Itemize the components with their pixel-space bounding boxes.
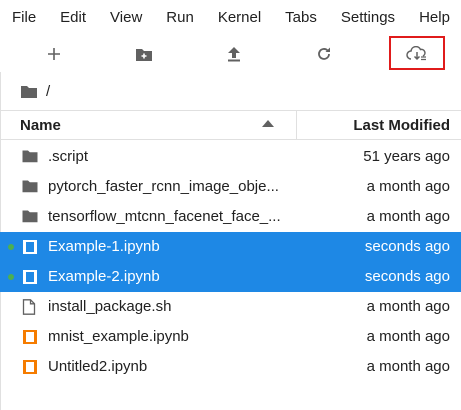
file-icon: [22, 299, 38, 315]
highlight-box: [389, 36, 445, 70]
upload-button[interactable]: [214, 38, 254, 70]
file-name: mnist_example.ipynb: [48, 328, 189, 345]
running-indicator: [8, 274, 14, 280]
file-modified: a month ago: [366, 328, 450, 345]
folder-icon[interactable]: [20, 84, 38, 99]
file-row[interactable]: Example-2.ipynb seconds ago: [0, 262, 461, 292]
new-folder-icon: [136, 48, 152, 61]
notebook-icon: [22, 329, 38, 345]
file-row[interactable]: Untitled2.ipynb a month ago: [0, 352, 461, 382]
breadcrumb-root[interactable]: /: [46, 83, 50, 100]
notebook-icon: [22, 239, 38, 255]
file-modified: a month ago: [366, 358, 450, 375]
file-name: install_package.sh: [48, 298, 172, 315]
menu-view[interactable]: View: [98, 9, 142, 26]
notebook-icon: [22, 359, 38, 375]
refresh-icon: [318, 47, 330, 60]
menu-kernel[interactable]: Kernel: [206, 9, 261, 26]
column-divider[interactable]: [296, 111, 297, 139]
file-row[interactable]: install_package.sh a month ago: [0, 292, 461, 322]
new-folder-button[interactable]: [124, 38, 164, 70]
notebook-icon: [22, 269, 38, 285]
refresh-button[interactable]: [304, 38, 344, 70]
file-modified: a month ago: [366, 208, 450, 225]
breadcrumb: /: [20, 80, 50, 102]
file-name: .script: [48, 148, 89, 165]
file-row[interactable]: tensorflow_mtcnn_facenet_face_... a month…: [0, 202, 461, 232]
menu-help[interactable]: Help: [407, 9, 450, 26]
sort-ascending-icon: [262, 120, 274, 127]
menu-settings[interactable]: Settings: [329, 9, 395, 26]
file-modified: 51 years ago: [363, 148, 450, 165]
menu-edit[interactable]: Edit: [48, 9, 86, 26]
folder-icon: [22, 179, 38, 195]
file-row[interactable]: pytorch_faster_rcnn_image_obje... a month…: [0, 172, 461, 202]
file-name: Untitled2.ipynb: [48, 358, 148, 375]
file-row[interactable]: mnist_example.ipynb a month ago: [0, 322, 461, 352]
file-modified: a month ago: [366, 298, 450, 315]
file-row[interactable]: Example-1.ipynb seconds ago: [0, 232, 461, 262]
new-launcher-button[interactable]: [34, 38, 74, 70]
folder-icon: [22, 149, 38, 165]
upload-icon: [228, 47, 240, 62]
menu-run[interactable]: Run: [154, 9, 194, 26]
running-indicator: [8, 244, 14, 250]
file-modified: seconds ago: [364, 268, 450, 285]
column-header-name[interactable]: Name: [20, 117, 61, 134]
file-modified: a month ago: [366, 178, 450, 195]
file-list-header: Name Last Modified: [0, 110, 461, 140]
menu-tabs[interactable]: Tabs: [273, 9, 317, 26]
menu-bar: File Edit View Run Kernel Tabs Settings …: [0, 0, 461, 34]
column-header-last-modified[interactable]: Last Modified: [353, 117, 450, 134]
menu-file[interactable]: File: [0, 9, 36, 26]
file-name: Example-1.ipynb: [48, 238, 160, 255]
folder-icon: [22, 209, 38, 225]
file-row[interactable]: .script 51 years ago: [0, 142, 461, 172]
file-name: tensorflow_mtcnn_facenet_face_...: [48, 208, 281, 225]
file-list: .script 51 years ago pytorch_faster_rcnn_i…: [0, 142, 461, 382]
file-name: Example-2.ipynb: [48, 268, 160, 285]
plus-icon: [48, 48, 60, 60]
file-name: pytorch_faster_rcnn_image_obje...: [48, 178, 279, 195]
file-modified: seconds ago: [364, 238, 450, 255]
